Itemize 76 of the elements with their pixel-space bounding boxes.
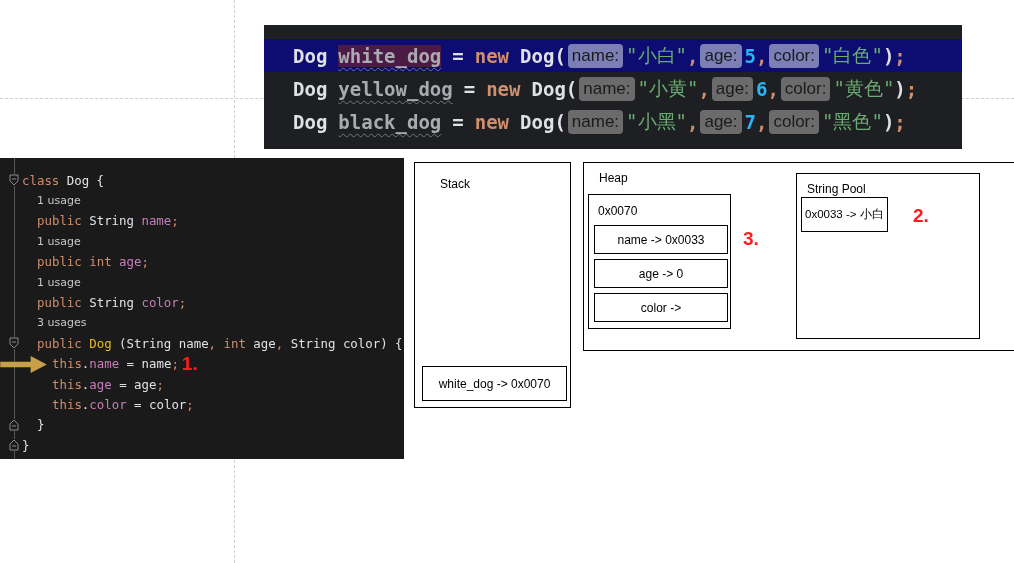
punctuation: ,	[698, 77, 710, 100]
code-text: )	[882, 110, 895, 133]
usage-hint[interactable]: 3 usages	[37, 316, 87, 330]
usage-hint[interactable]: 1 usage	[37, 234, 81, 248]
variable-name: yellow_dog	[338, 77, 453, 100]
string-literal: "白色"	[822, 42, 883, 68]
punctuation: ,	[767, 77, 779, 100]
code-line: }	[37, 417, 45, 433]
pool-entry: 0x0033 -> 小白	[801, 197, 888, 232]
usage-hint[interactable]: 1 usage	[37, 194, 81, 208]
code-text: )	[882, 44, 895, 67]
step-number: 3.	[743, 228, 759, 250]
number-literal: 5	[744, 44, 756, 67]
code-line: this.name = name;	[52, 356, 179, 372]
constructor-call: Dog(	[520, 110, 566, 133]
parameter-hint: color:	[769, 109, 819, 134]
string-literal: "小白"	[626, 42, 687, 68]
fold-icon[interactable]	[9, 418, 19, 431]
object-field: age -> 0	[594, 259, 728, 288]
number-literal: 6	[755, 77, 768, 100]
box-title: String Pool	[807, 182, 866, 196]
punctuation: ;	[894, 110, 906, 133]
type-name: Dog	[293, 110, 328, 133]
code-line: }	[22, 437, 30, 453]
keyword: new	[474, 44, 510, 67]
string-literal: "黑色"	[822, 108, 883, 134]
number-literal: 7	[744, 110, 756, 133]
punctuation: ,	[686, 110, 699, 133]
parameter-hint: name:	[579, 76, 635, 101]
box-title: Stack	[440, 177, 470, 191]
code-line: public Dog (String name, int age, String color) {	[37, 335, 403, 351]
step-number: 1.	[181, 352, 198, 375]
arrow-icon	[0, 354, 48, 374]
string-literal: "黄色"	[833, 75, 895, 101]
code-line: public String color;	[37, 295, 187, 311]
box-title: Heap	[599, 171, 628, 185]
type-name: Dog	[293, 44, 328, 67]
code-line: this.age = age;	[52, 376, 164, 392]
parameter-hint: name:	[567, 43, 624, 68]
stack-entry: white_dog -> 0x0070	[422, 366, 567, 401]
step-number: 2.	[913, 205, 929, 227]
fold-icon[interactable]	[9, 174, 19, 186]
punctuation: ;	[894, 44, 906, 67]
parameter-hint: age:	[700, 43, 742, 68]
variable-name: white_dog	[338, 44, 442, 67]
object-address: 0x0070	[598, 204, 638, 218]
parameter-hint: name:	[567, 109, 624, 134]
operator: =	[463, 77, 476, 100]
code-line: class Dog {	[22, 172, 105, 188]
string-literal: "小黑"	[626, 108, 687, 134]
punctuation: ,	[755, 44, 768, 67]
constructor-call: Dog(	[531, 77, 578, 100]
punctuation: ,	[686, 44, 699, 67]
variable-name: black_dog	[338, 110, 442, 133]
type-name: Dog	[293, 77, 328, 100]
code-text: )	[894, 77, 906, 100]
constructor-call: Dog(	[520, 44, 566, 67]
parameter-hint: color:	[769, 43, 819, 68]
fold-icon[interactable]	[9, 439, 19, 452]
keyword: new	[486, 77, 521, 100]
parameter-hint: age:	[711, 76, 753, 101]
usage-hint[interactable]: 1 usage	[37, 275, 81, 289]
code-line: public int age;	[37, 254, 149, 270]
operator: =	[452, 44, 464, 67]
parameter-hint: age:	[700, 109, 742, 134]
operator: =	[452, 110, 464, 133]
string-literal: "小黄"	[637, 75, 699, 101]
object-field: color ->	[594, 293, 728, 322]
code-line: public String name;	[37, 213, 179, 229]
keyword: new	[474, 110, 510, 133]
object-field: name -> 0x0033	[594, 225, 728, 254]
punctuation: ;	[905, 77, 918, 100]
code-line: this.color = color;	[52, 397, 194, 412]
parameter-hint: color:	[780, 76, 831, 101]
punctuation: ,	[755, 110, 768, 133]
fold-icon[interactable]	[9, 337, 19, 350]
